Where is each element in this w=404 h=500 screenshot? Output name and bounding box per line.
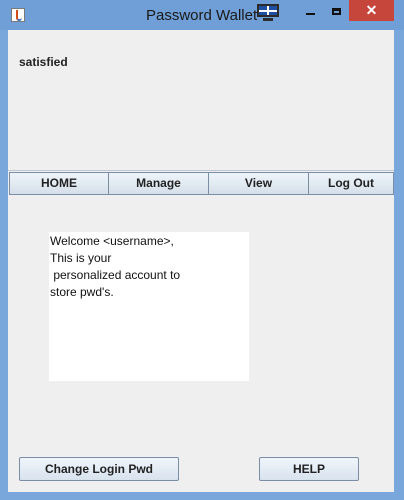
minimize-icon [305, 13, 315, 15]
nav-bar: HOME Manage View Log Out [8, 172, 394, 195]
status-label: satisfied [19, 55, 68, 69]
title-bar[interactable]: Password Wallet ✕ [0, 0, 404, 30]
window-title: Password Wallet [146, 7, 258, 24]
maximize-button[interactable] [323, 0, 349, 21]
change-login-pwd-button[interactable]: Change Login Pwd [19, 457, 179, 481]
manage-button[interactable]: Manage [108, 172, 209, 195]
nav-divider [8, 170, 394, 171]
welcome-line: store pwd's. [50, 285, 114, 299]
welcome-line: personalized account to [50, 268, 181, 282]
close-button[interactable]: ✕ [349, 0, 394, 21]
welcome-line: This is your [50, 251, 112, 265]
maximize-icon [331, 8, 341, 15]
welcome-text-area[interactable]: Welcome <username>, This is your persona… [49, 232, 249, 381]
close-icon: ✕ [365, 2, 378, 18]
app-window: Password Wallet ✕ satisfied HOME Manage … [0, 0, 404, 500]
minimize-button[interactable] [297, 0, 323, 21]
logout-button[interactable]: Log Out [308, 172, 394, 195]
content-panel: satisfied HOME Manage View Log Out Welco… [8, 30, 394, 492]
java-coffee-icon[interactable] [11, 8, 25, 22]
monitor-icon [257, 4, 279, 22]
help-button[interactable]: HELP [259, 457, 359, 481]
home-button[interactable]: HOME [9, 172, 109, 195]
welcome-line: Welcome <username>, [50, 234, 174, 248]
view-button[interactable]: View [208, 172, 309, 195]
